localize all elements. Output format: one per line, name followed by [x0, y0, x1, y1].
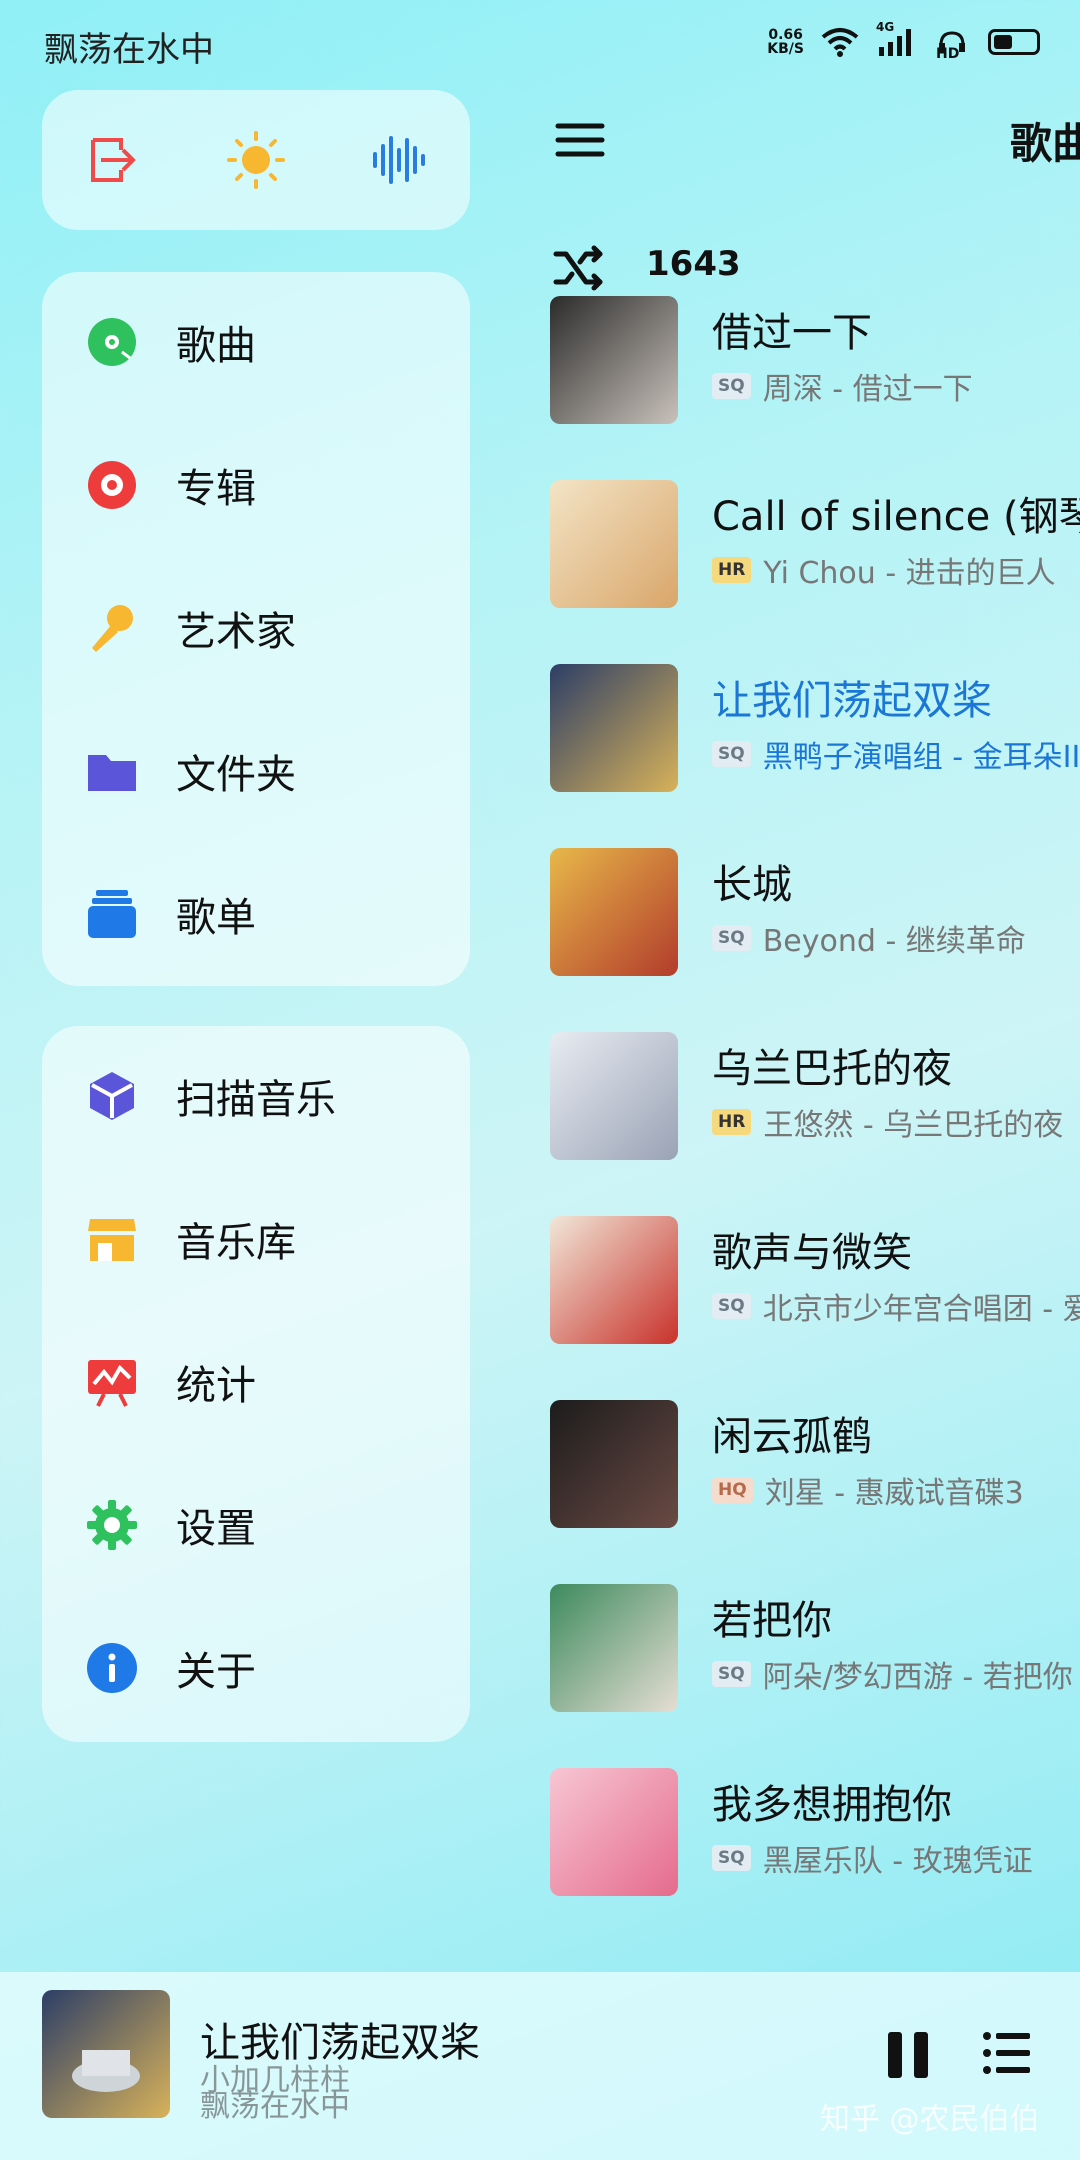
now-playing-cover[interactable]: [42, 1990, 170, 2118]
album-cover: [550, 1400, 678, 1528]
artist-album-text: 王悠然 - 乌兰巴托的夜: [763, 1108, 1064, 1143]
song-title: 长城: [712, 862, 792, 908]
song-row[interactable]: 借过一下 SQ 周深 - 借过一下: [550, 296, 1080, 426]
now-playing-subtitle: 小加几柱柱 飘荡在水中: [200, 2063, 350, 2124]
song-title: 歌声与微笑: [712, 1230, 912, 1276]
artist-album-text: 北京市少年宫合唱团 - 爱: [762, 1292, 1080, 1327]
quality-badge: HR: [712, 1109, 752, 1135]
song-row[interactable]: 歌声与微笑 SQ 北京市少年宫合唱团 - 爱: [550, 1216, 1080, 1346]
song-subtitle: HR Yi Chou - 进击的巨人: [712, 548, 1056, 592]
quality-badge: SQ: [712, 373, 751, 399]
song-title: 让我们荡起双桨: [712, 678, 992, 724]
song-subtitle: SQ 黑鸭子演唱组 - 金耳朵III: [712, 732, 1080, 776]
album-cover: [550, 1768, 678, 1896]
artist-album-text: Beyond - 继续革命: [762, 924, 1026, 959]
quality-badge: HR: [712, 557, 752, 583]
song-title: Call of silence (钢琴版: [712, 494, 1080, 540]
album-cover: [550, 1584, 678, 1712]
quality-badge: SQ: [712, 1661, 751, 1687]
quality-badge: SQ: [712, 1845, 751, 1871]
album-cover: [550, 664, 678, 792]
pause-button[interactable]: [886, 2030, 930, 2080]
quality-badge: SQ: [712, 741, 751, 767]
song-title: 若把你: [712, 1598, 832, 1644]
song-row[interactable]: 闲云孤鹤 HQ 刘星 - 惠威试音碟3: [550, 1400, 1080, 1530]
song-subtitle: SQ 阿朵/梦幻西游 - 若把你: [712, 1652, 1073, 1696]
queue-icon[interactable]: [982, 2028, 1032, 2078]
song-subtitle: SQ 黑屋乐队 - 玫瑰凭证: [712, 1836, 1033, 1880]
song-row[interactable]: Call of silence (钢琴版 HR Yi Chou - 进击的巨人: [550, 480, 1080, 610]
artist-album-text: 刘星 - 惠威试音碟3: [764, 1476, 1024, 1511]
artist-album-text: 阿朵/梦幻西游 - 若把你: [762, 1660, 1073, 1695]
song-title: 我多想拥抱你: [712, 1782, 952, 1828]
album-cover: [550, 1216, 678, 1344]
song-title: 闲云孤鹤: [712, 1414, 872, 1460]
song-subtitle: SQ Beyond - 继续革命: [712, 916, 1026, 960]
song-subtitle: SQ 周深 - 借过一下: [712, 364, 973, 408]
now-playing-title: 让我们荡起双桨: [200, 2020, 480, 2066]
song-row[interactable]: 乌兰巴托的夜 HR 王悠然 - 乌兰巴托的夜: [550, 1032, 1080, 1162]
quality-badge: HQ: [712, 1477, 753, 1503]
quality-badge: SQ: [712, 1293, 751, 1319]
artist-album-text: Yi Chou - 进击的巨人: [763, 556, 1056, 591]
song-subtitle: SQ 北京市少年宫合唱团 - 爱: [712, 1284, 1080, 1328]
album-cover: [550, 296, 678, 424]
song-row[interactable]: 我多想拥抱你 SQ 黑屋乐队 - 玫瑰凭证: [550, 1768, 1080, 1898]
artist-album-text: 黑鸭子演唱组 - 金耳朵III: [762, 740, 1080, 775]
album-cover: [550, 1032, 678, 1160]
album-cover: [550, 848, 678, 976]
album-cover: [550, 480, 678, 608]
song-subtitle: HQ 刘星 - 惠威试音碟3: [712, 1468, 1024, 1512]
artist-album-text: 黑屋乐队 - 玫瑰凭证: [762, 1844, 1033, 1879]
song-title: 借过一下: [712, 310, 872, 356]
song-subtitle: HR 王悠然 - 乌兰巴托的夜: [712, 1100, 1063, 1144]
song-list: 借过一下 SQ 周深 - 借过一下 Call of silence (钢琴版 HR Yi …: [0, 0, 1080, 1972]
song-row[interactable]: 让我们荡起双桨 SQ 黑鸭子演唱组 - 金耳朵III: [550, 664, 1080, 794]
quality-badge: SQ: [712, 925, 751, 951]
artist-album-text: 周深 - 借过一下: [762, 372, 973, 407]
song-row[interactable]: 长城 SQ Beyond - 继续革命: [550, 848, 1080, 978]
song-row[interactable]: 若把你 SQ 阿朵/梦幻西游 - 若把你: [550, 1584, 1080, 1714]
song-title: 乌兰巴托的夜: [712, 1046, 952, 1092]
watermark: 知乎 @农民伯伯: [820, 2102, 1040, 2137]
